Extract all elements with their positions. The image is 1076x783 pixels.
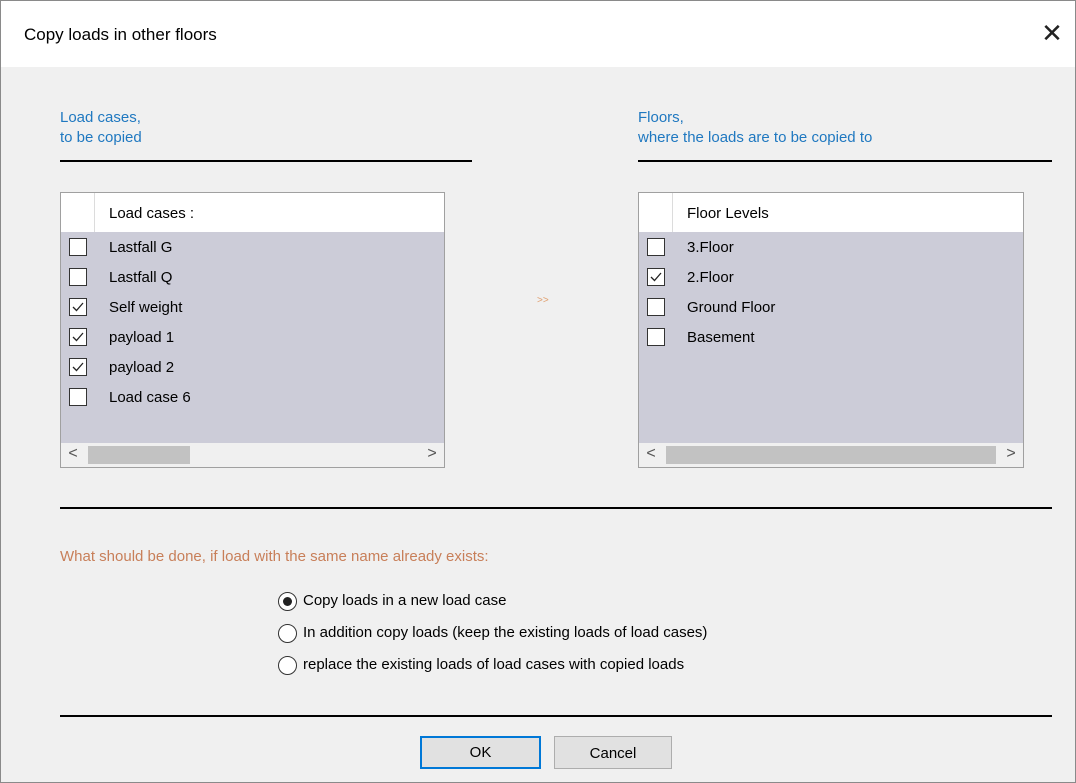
list-item-label: 3.Floor [687, 239, 734, 256]
ok-button[interactable]: OK [420, 736, 541, 769]
list-item-label: Self weight [109, 299, 183, 316]
load-cases-list-header: Load cases : [61, 193, 444, 232]
checkbox[interactable] [647, 328, 665, 346]
load-cases-caption: Load cases, to be copied [60, 108, 142, 148]
checkbox[interactable] [647, 298, 665, 316]
radio-label: replace the existing loads of load cases… [303, 656, 685, 673]
load-cases-hscrollbar[interactable]: < > [61, 443, 444, 467]
radio-label: In addition copy loads (keep the existin… [303, 624, 708, 641]
cancel-button[interactable]: Cancel [554, 736, 672, 769]
checkbox[interactable] [69, 238, 87, 256]
check-column-header [639, 193, 673, 232]
list-item-label: Basement [687, 329, 755, 346]
list-item-label: Lastfall Q [109, 269, 173, 286]
list-item[interactable]: Lastfall G [61, 234, 444, 264]
dialog-title: Copy loads in other floors [24, 25, 217, 44]
transfer-arrows: >> [537, 295, 549, 306]
checked-checkbox[interactable] [69, 328, 87, 346]
list-item-label: Ground Floor [687, 299, 776, 316]
floors-caption-line2: where the loads are to be copied to [638, 129, 873, 146]
checked-checkbox[interactable] [69, 298, 87, 316]
floors-caption: Floors, where the loads are to be copied… [638, 108, 872, 148]
list-item[interactable]: Lastfall Q [61, 264, 444, 294]
checkbox[interactable] [69, 388, 87, 406]
copy-loads-dialog: Copy loads in other floors ✕ Load cases,… [0, 0, 1076, 783]
load-cases-caption-line2: to be copied [60, 129, 142, 146]
checked-checkbox[interactable] [647, 268, 665, 286]
floor-levels-header-label: Floor Levels [687, 205, 769, 222]
scroll-thumb[interactable] [88, 446, 190, 464]
scroll-thumb[interactable] [666, 446, 996, 464]
radio-unselected[interactable] [278, 656, 297, 675]
checked-checkbox[interactable] [69, 358, 87, 376]
left-divider [60, 160, 472, 162]
radio-dot [283, 597, 292, 606]
list-item[interactable]: payload 2 [61, 354, 444, 384]
bottom-divider [60, 715, 1052, 717]
load-cases-caption-line1: Load cases, [60, 109, 141, 126]
list-item-label: Lastfall G [109, 239, 173, 256]
list-item-label: Load case 6 [109, 389, 191, 406]
list-item-label: payload 2 [109, 359, 175, 376]
scroll-left-icon[interactable]: < [61, 443, 85, 467]
check-column-header [61, 193, 95, 232]
checkbox[interactable] [647, 238, 665, 256]
list-item-label: 2.Floor [687, 269, 734, 286]
radio-label: Copy loads in a new load case [303, 592, 507, 609]
right-divider [638, 160, 1052, 162]
checkbox[interactable] [69, 268, 87, 286]
list-item[interactable]: Ground Floor [639, 294, 1023, 324]
load-cases-list[interactable]: Load cases : Lastfall G Lastfall Q Self we… [60, 192, 445, 468]
scroll-right-icon[interactable]: > [420, 443, 444, 467]
list-item[interactable]: Load case 6 [61, 384, 444, 414]
list-item[interactable]: payload 1 [61, 324, 444, 354]
title-bar: Copy loads in other floors ✕ [1, 1, 1075, 67]
scroll-right-icon[interactable]: > [999, 443, 1023, 467]
scroll-left-icon[interactable]: < [639, 443, 663, 467]
floors-caption-line1: Floors, [638, 109, 684, 126]
list-item-label: payload 1 [109, 329, 175, 346]
load-cases-header-label: Load cases : [109, 205, 195, 222]
radio-unselected[interactable] [278, 624, 297, 643]
middle-divider [60, 507, 1052, 509]
floor-levels-list-header: Floor Levels [639, 193, 1023, 232]
floor-levels-list[interactable]: Floor Levels 3.Floor 2.Floor Ground Floor B… [638, 192, 1024, 468]
radio-selected[interactable] [278, 592, 297, 611]
list-item[interactable]: 3.Floor [639, 234, 1023, 264]
floor-levels-hscrollbar[interactable]: < > [639, 443, 1023, 467]
close-icon[interactable]: ✕ [1029, 13, 1075, 53]
duplicate-handling-question: What should be done, if load with the sa… [60, 548, 489, 565]
list-item[interactable]: 2.Floor [639, 264, 1023, 294]
list-item[interactable]: Basement [639, 324, 1023, 354]
list-item[interactable]: Self weight [61, 294, 444, 324]
